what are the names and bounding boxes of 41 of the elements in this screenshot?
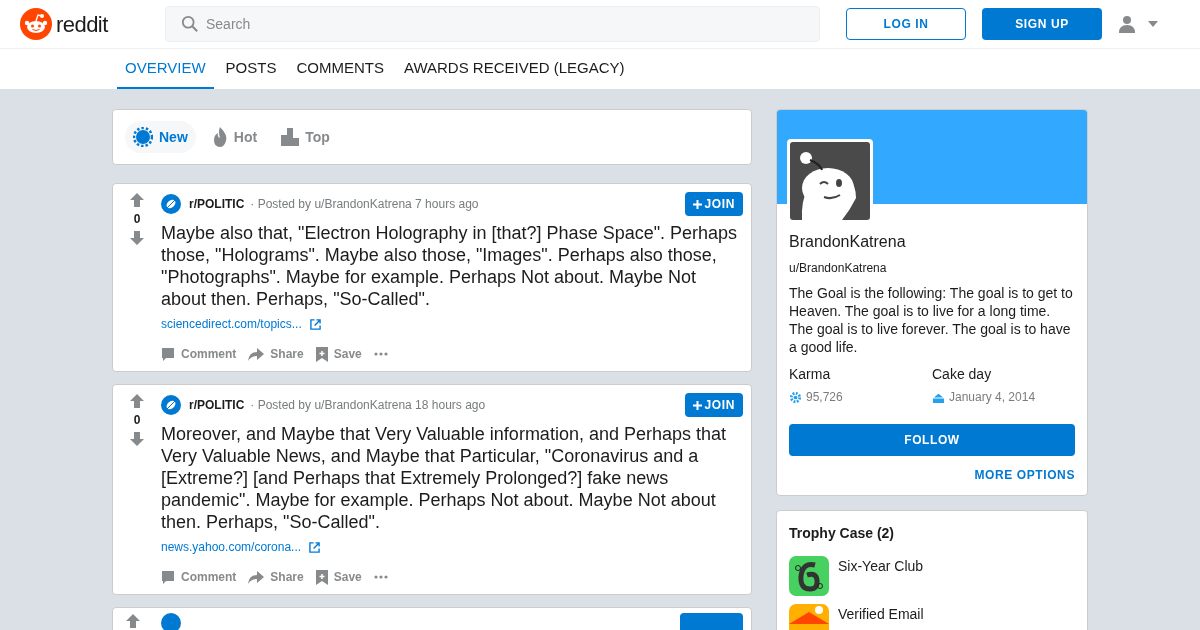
post-title[interactable]: Maybe also that, "Electron Holography in [that?] Phase Space". Perhaps those, "Holograms". Maybe also those, "Images". Perhaps also those, "Photographs". Maybe for example. Perhaps Not about. Maybe Not about then. Perhaps, "So-Called". <box>161 222 743 310</box>
share-button[interactable]: Share <box>248 568 304 586</box>
profile-bio: The Goal is the following: The goal is to get to Heaven. The goal is to live for a long time. The goal is to live forever. The goal is to have a good life. <box>789 284 1074 356</box>
tab[interactable]: COMMENTS <box>288 49 392 89</box>
vote-count: 0 <box>133 412 141 429</box>
post-title[interactable]: Moreover, and Maybe that Very Valuable information, and Perhaps that Very Valuable News, and Maybe that Particular, "Coronavirus and a [Extreme?] [and Perhaps that Extremely Prolonged?] fake news pandemic". Maybe for example. Perhaps Not about. Maybe Not about then. Perhaps, "So-Called". <box>161 423 743 533</box>
subreddit-link[interactable]: r/POLITIC <box>189 396 245 414</box>
display-name: BrandonKatrena <box>789 232 907 252</box>
username: u/BrandonKatrena <box>789 260 888 277</box>
reddit-wordmark[interactable]: reddit <box>56 7 108 41</box>
cake-day-label: Cake day <box>932 365 993 384</box>
sort-tab[interactable]: New <box>125 121 196 153</box>
share-button[interactable]: Share <box>248 345 304 363</box>
comment-button[interactable]: Comment <box>161 345 237 363</box>
comment-button[interactable]: Comment <box>161 568 237 586</box>
post-link[interactable]: news.yahoo.com/corona... <box>161 538 302 556</box>
log-in-button[interactable]: LOG IN <box>846 8 966 40</box>
karma-label: Karma <box>789 365 832 384</box>
follow-button[interactable]: FOLLOW <box>789 424 1075 456</box>
post-byline: · Posted by u/BrandonKatrena 7 hours ago <box>250 196 479 213</box>
post-link[interactable]: sciencedirect.com/topics... <box>161 315 302 333</box>
join-button[interactable]: JOIN <box>684 192 743 216</box>
tab[interactable]: POSTS <box>217 49 285 89</box>
tab[interactable]: AWARDS RECEIVED (LEGACY) <box>395 49 633 89</box>
trophy-name: Six-Year Club <box>838 558 924 574</box>
save-button[interactable]: Save <box>315 345 362 363</box>
sort-tab[interactable]: Top <box>273 121 338 153</box>
karma-value: 95,726 <box>806 389 843 406</box>
post-byline: · Posted by u/BrandonKatrena 18 hours ago <box>250 397 486 414</box>
join-button[interactable]: JOIN <box>684 393 743 417</box>
subreddit-link[interactable]: r/POLITIC <box>189 195 245 213</box>
trophy-name: Verified Email <box>838 606 924 622</box>
trophy-case-title: Trophy Case (2) <box>789 524 896 543</box>
sign-up-button[interactable]: SIGN UP <box>982 8 1102 40</box>
sort-tab[interactable]: Hot <box>203 121 266 153</box>
more-options-link[interactable]: MORE OPTIONS <box>974 467 1075 483</box>
cake-day-value: January 4, 2014 <box>949 389 1036 406</box>
vote-count: 0 <box>133 211 141 228</box>
tab[interactable]: OVERVIEW <box>117 49 214 89</box>
save-button[interactable]: Save <box>315 568 362 586</box>
search-field[interactable]: Search <box>165 6 820 42</box>
